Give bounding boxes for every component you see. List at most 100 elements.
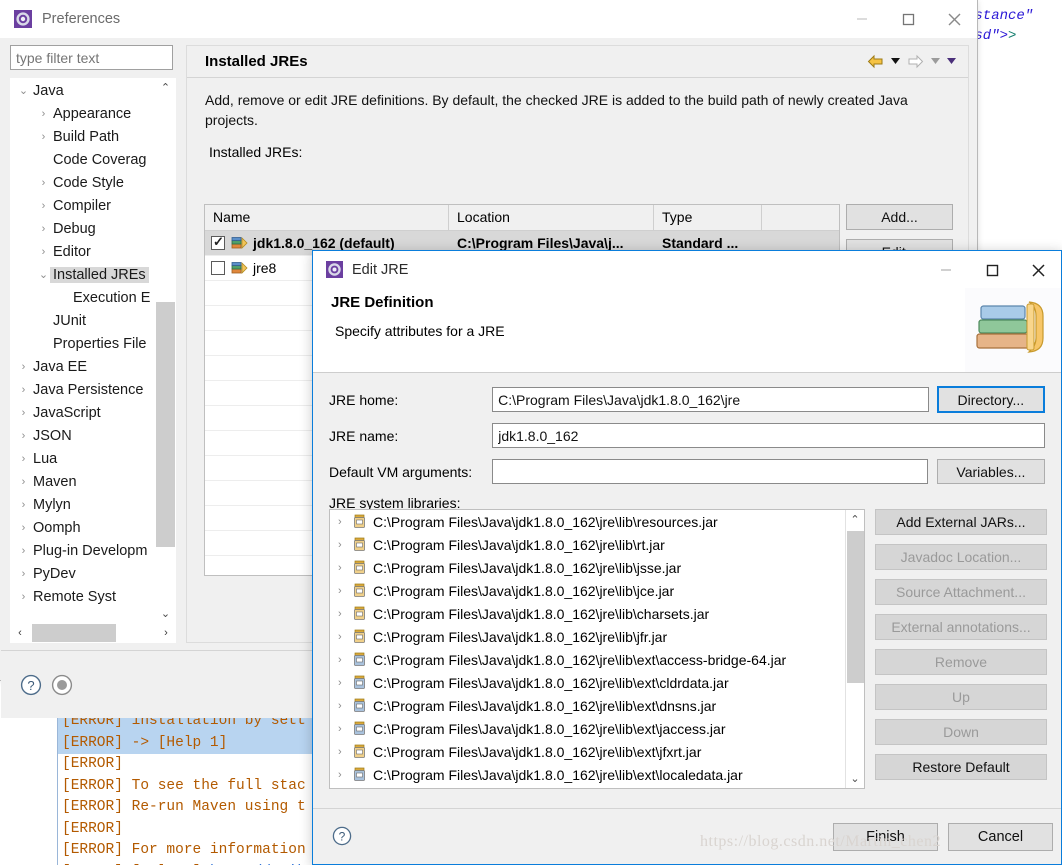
list-item[interactable]: › C:\Program Files\Java\jdk1.8.0_162\jre\… <box>330 648 845 671</box>
chevron-right-icon[interactable]: › <box>338 562 352 574</box>
minimize-icon[interactable] <box>839 0 885 38</box>
forward-arrow-icon[interactable] <box>904 49 926 73</box>
list-item[interactable]: › C:\Program Files\Java\jdk1.8.0_162\jre\… <box>330 579 845 602</box>
scroll-left-icon[interactable]: ‹ <box>10 623 30 643</box>
list-item[interactable]: › C:\Program Files\Java\jdk1.8.0_162\jre\… <box>330 533 845 556</box>
sidebar-item-execution-e[interactable]: Execution E <box>11 286 175 309</box>
chevron-right-icon[interactable]: › <box>17 545 30 557</box>
sidebar-item-debug[interactable]: › Debug <box>11 217 175 240</box>
list-item[interactable]: › C:\Program Files\Java\jdk1.8.0_162\jre\… <box>330 671 845 694</box>
chevron-right-icon[interactable]: › <box>37 200 50 212</box>
chevron-right-icon[interactable]: › <box>338 654 352 666</box>
chevron-right-icon[interactable]: › <box>17 407 30 419</box>
restore-defaults-icon[interactable] <box>50 673 74 697</box>
chevron-down-icon[interactable]: ⌄ <box>17 84 30 97</box>
chevron-right-icon[interactable]: › <box>338 677 352 689</box>
sidebar-item-code-coverag[interactable]: Code Coverag <box>11 148 175 171</box>
chevron-right-icon[interactable]: › <box>338 700 352 712</box>
libraries-scroll-thumb[interactable] <box>846 531 864 683</box>
tree-scroll-thumb[interactable] <box>156 302 175 547</box>
sidebar-item-editor[interactable]: › Editor <box>11 240 175 263</box>
sidebar-item-oomph[interactable]: › Oomph <box>11 516 175 539</box>
maximize-icon[interactable] <box>969 251 1015 289</box>
sidebar-item-java-persistence[interactable]: › Java Persistence <box>11 378 175 401</box>
chevron-right-icon[interactable]: › <box>37 223 50 235</box>
tree-scroll-track[interactable] <box>155 97 176 604</box>
column-header-type[interactable]: Type <box>654 205 762 230</box>
sidebar-item-mylyn[interactable]: › Mylyn <box>11 493 175 516</box>
directory-button[interactable]: Directory... <box>936 386 1046 413</box>
help-circle-icon[interactable]: ? <box>19 673 43 697</box>
chevron-right-icon[interactable]: › <box>17 568 30 580</box>
chevron-right-icon[interactable]: › <box>17 430 30 442</box>
sidebar-item-code-style[interactable]: › Code Style <box>11 171 175 194</box>
chevron-right-icon[interactable]: › <box>338 723 352 735</box>
forward-menu-chevron-down-icon[interactable] <box>928 49 942 73</box>
chevron-down-icon[interactable]: ⌄ <box>37 268 50 281</box>
close-icon[interactable] <box>1015 251 1061 289</box>
scroll-up-icon[interactable]: ⌃ <box>155 78 176 97</box>
list-item[interactable]: › C:\Program Files\Java\jdk1.8.0_162\jre\… <box>330 763 845 786</box>
list-item[interactable]: › C:\Program Files\Java\jdk1.8.0_162\jre\… <box>330 556 845 579</box>
add-external-jars-button[interactable]: Add External JARs... <box>875 509 1047 535</box>
libraries-scrollbar[interactable]: ⌃ ⌄ <box>845 510 864 788</box>
sidebar-item-remote-syst[interactable]: › Remote Syst <box>11 585 175 608</box>
scroll-right-icon[interactable]: › <box>156 623 176 643</box>
jre-name-input[interactable] <box>492 423 1045 448</box>
sidebar-item-json[interactable]: › JSON <box>11 424 175 447</box>
sidebar-item-compiler[interactable]: › Compiler <box>11 194 175 217</box>
jre-checkbox[interactable] <box>211 235 225 250</box>
scroll-up-icon[interactable]: ⌃ <box>846 510 865 529</box>
chevron-right-icon[interactable]: › <box>338 746 352 758</box>
scroll-down-icon[interactable]: ⌄ <box>846 769 865 788</box>
chevron-right-icon[interactable]: › <box>17 522 30 534</box>
column-header-location[interactable]: Location <box>449 205 654 230</box>
chevron-right-icon[interactable]: › <box>37 246 50 258</box>
variables-button[interactable]: Variables... <box>936 459 1045 484</box>
chevron-right-icon[interactable]: › <box>17 361 30 373</box>
vm-arguments-input[interactable] <box>491 459 928 484</box>
preferences-tree[interactable]: ⌄ Java › Appearance › Build Path Code Coverag ›… <box>10 78 176 623</box>
chevron-right-icon[interactable]: › <box>37 131 50 143</box>
chevron-right-icon[interactable]: › <box>37 177 50 189</box>
tree-horizontal-scrollbar[interactable]: ‹ › <box>10 623 176 643</box>
chevron-right-icon[interactable]: › <box>338 585 352 597</box>
jre-home-input[interactable] <box>492 387 929 412</box>
scroll-down-icon[interactable]: ⌄ <box>155 604 176 623</box>
sidebar-item-installed-jres[interactable]: ⌄ Installed JREs <box>11 263 175 286</box>
maximize-icon[interactable] <box>885 0 931 38</box>
chevron-right-icon[interactable]: › <box>338 631 352 643</box>
chevron-right-icon[interactable]: › <box>338 769 352 781</box>
restore-default-button[interactable]: Restore Default <box>875 754 1047 780</box>
chevron-right-icon[interactable]: › <box>17 591 30 603</box>
sidebar-item-maven[interactable]: › Maven <box>11 470 175 493</box>
chevron-right-icon[interactable]: › <box>338 608 352 620</box>
chevron-right-icon[interactable]: › <box>338 516 352 528</box>
minimize-icon[interactable] <box>923 251 969 289</box>
list-item[interactable]: › C:\Program Files\Java\jdk1.8.0_162\jre\… <box>330 625 845 648</box>
sidebar-item-java[interactable]: ⌄ Java <box>11 79 175 102</box>
sidebar-item-pydev[interactable]: › PyDev <box>11 562 175 585</box>
list-item[interactable]: › C:\Program Files\Java\jdk1.8.0_162\jre\… <box>330 602 845 625</box>
back-arrow-icon[interactable] <box>864 49 886 73</box>
chevron-right-icon[interactable]: › <box>17 476 30 488</box>
chevron-right-icon[interactable]: › <box>17 499 30 511</box>
sidebar-item-junit[interactable]: JUnit <box>11 309 175 332</box>
list-item[interactable]: › C:\Program Files\Java\jdk1.8.0_162\jre\… <box>330 510 845 533</box>
chevron-right-icon[interactable]: › <box>17 453 30 465</box>
list-item[interactable]: › C:\Program Files\Java\jdk1.8.0_162\jre\… <box>330 740 845 763</box>
sidebar-item-java-ee[interactable]: › Java EE <box>11 355 175 378</box>
back-menu-chevron-down-icon[interactable] <box>888 49 902 73</box>
libraries-scroll-track[interactable] <box>846 529 865 769</box>
help-circle-icon[interactable]: ? <box>331 825 353 847</box>
tree-vertical-scrollbar[interactable]: ⌃ ⌄ <box>155 78 176 623</box>
filter-input[interactable] <box>10 45 173 70</box>
close-icon[interactable] <box>931 0 977 38</box>
sidebar-item-plug-in-developm[interactable]: › Plug-in Developm <box>11 539 175 562</box>
tree-hscroll-track[interactable] <box>30 623 156 643</box>
tree-hscroll-thumb[interactable] <box>32 624 116 642</box>
chevron-right-icon[interactable]: › <box>338 539 352 551</box>
extra-menu-chevron-down-icon[interactable] <box>944 49 958 73</box>
column-header-name[interactable]: Name <box>205 205 449 230</box>
list-item[interactable]: › C:\Program Files\Java\jdk1.8.0_162\jre\… <box>330 717 845 740</box>
